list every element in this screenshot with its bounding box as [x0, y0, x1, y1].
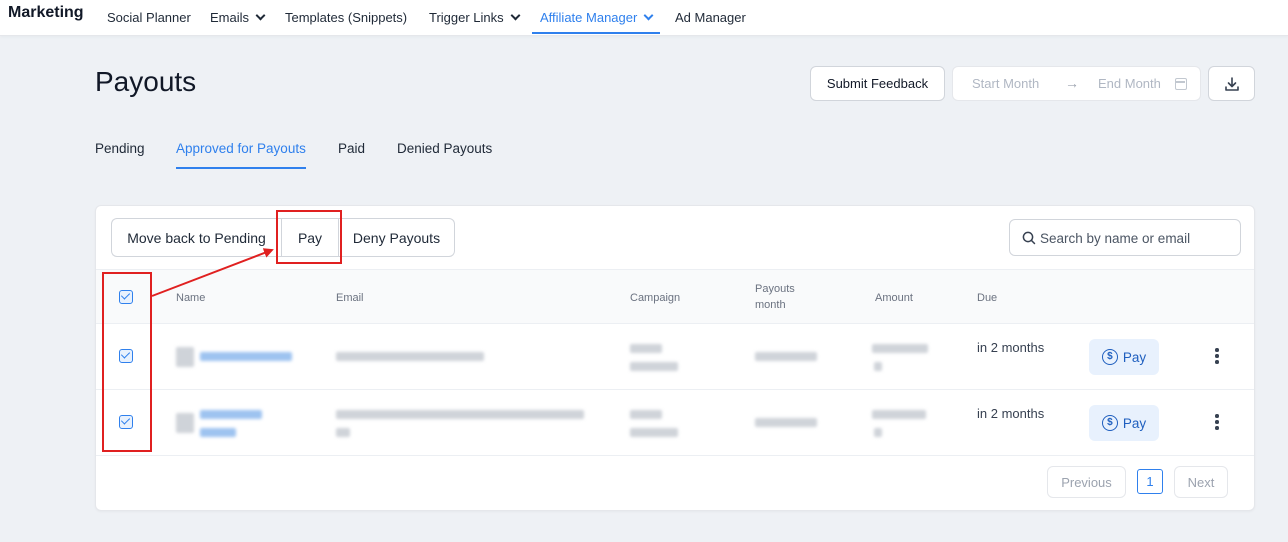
row-pay-button[interactable]: $ Pay — [1089, 339, 1159, 375]
nav-ad-manager[interactable]: Ad Manager — [675, 7, 746, 27]
redacted-campaign — [630, 410, 662, 419]
brand-title: Marketing — [8, 4, 84, 21]
search-input[interactable] — [1040, 228, 1235, 248]
nav-active-indicator — [532, 32, 660, 34]
search-box — [1009, 219, 1241, 256]
redacted-amount — [872, 410, 926, 419]
page-title: Payouts — [95, 66, 197, 97]
redacted-amount — [872, 344, 928, 353]
tab-active-indicator — [176, 167, 306, 169]
nav-label: Trigger Links — [429, 9, 504, 25]
previous-page-button[interactable]: Previous — [1047, 466, 1126, 498]
table-row: in 2 months $ Pay — [96, 324, 1254, 390]
deny-payouts-button[interactable]: Deny Payouts — [339, 218, 455, 257]
chevron-down-icon — [643, 10, 654, 20]
dollar-circle-icon: $ — [1101, 415, 1118, 431]
top-nav: Marketing Social Planner Emails Template… — [0, 0, 1288, 36]
nav-affiliate-manager[interactable]: Affiliate Manager — [540, 7, 654, 27]
nav-emails[interactable]: Emails — [210, 7, 266, 27]
redacted-name — [200, 352, 292, 361]
redacted-avatar — [176, 347, 194, 367]
row-pay-label: Pay — [1122, 415, 1147, 431]
end-month-placeholder[interactable]: End Month — [1098, 76, 1161, 91]
start-month-placeholder[interactable]: Start Month — [972, 76, 1039, 91]
search-icon — [1022, 231, 1036, 245]
tab-pending[interactable]: Pending — [95, 141, 145, 156]
nav-label: Social Planner — [107, 9, 191, 25]
redacted-avatar — [176, 413, 194, 433]
submit-feedback-button[interactable]: Submit Feedback — [810, 66, 945, 101]
chevron-down-icon — [510, 10, 521, 20]
download-button[interactable] — [1208, 66, 1255, 101]
next-page-button[interactable]: Next — [1174, 466, 1228, 498]
month-range-picker[interactable]: Start Month → End Month — [952, 66, 1201, 101]
page-number-button[interactable]: 1 — [1137, 469, 1163, 494]
redacted-email — [336, 352, 484, 361]
nav-label: Emails — [210, 9, 250, 25]
redacted-amount — [874, 428, 882, 437]
more-options-icon[interactable] — [1213, 348, 1221, 366]
row-pay-label: Pay — [1122, 349, 1147, 365]
due-date: in 2 months — [977, 340, 1045, 355]
tab-paid[interactable]: Paid — [338, 141, 365, 156]
column-header-campaign: Campaign — [630, 292, 681, 304]
column-header-name: Name — [176, 292, 206, 304]
due-date: in 2 months — [977, 406, 1045, 421]
redacted-name — [200, 428, 236, 437]
redacted-payouts-month — [755, 418, 817, 427]
more-options-icon[interactable] — [1213, 414, 1221, 432]
redacted-campaign — [630, 344, 662, 353]
calendar-icon — [1175, 78, 1187, 90]
chevron-down-icon — [255, 10, 266, 20]
nav-social-planner[interactable]: Social Planner — [107, 7, 191, 27]
redacted-campaign — [630, 362, 678, 371]
arrow-right-icon: → — [1065, 75, 1079, 91]
column-header-amount: Amount — [875, 292, 913, 304]
redacted-email — [336, 410, 584, 419]
nav-label: Affiliate Manager — [540, 9, 638, 25]
nav-label: Templates (Snippets) — [285, 9, 408, 25]
column-header-payouts-month: Payouts month — [755, 283, 795, 311]
download-icon — [1225, 77, 1239, 91]
redacted-email — [336, 428, 350, 437]
redacted-payouts-month — [755, 352, 817, 361]
redacted-name — [200, 410, 262, 419]
table-header: Name Email Campaign Payouts month Amount… — [96, 269, 1254, 324]
column-header-email: Email — [336, 292, 364, 304]
tab-approved-for-payouts[interactable]: Approved for Payouts — [176, 141, 306, 156]
payouts-card: Move back to Pending Pay Deny Payouts Na… — [95, 205, 1255, 511]
nav-templates[interactable]: Templates (Snippets) — [285, 7, 407, 27]
row-pay-button[interactable]: $ Pay — [1089, 405, 1159, 441]
nav-trigger-links[interactable]: Trigger Links — [429, 7, 521, 27]
redacted-campaign — [630, 428, 678, 437]
tab-denied-payouts[interactable]: Denied Payouts — [397, 141, 492, 156]
column-header-due: Due — [977, 292, 998, 304]
dollar-circle-icon: $ — [1101, 349, 1118, 365]
nav-label: Ad Manager — [675, 9, 746, 25]
annotation-highlight-pay — [276, 210, 342, 264]
move-back-to-pending-button[interactable]: Move back to Pending — [111, 218, 281, 257]
table-row: in 2 months $ Pay — [96, 390, 1254, 456]
annotation-highlight-checkboxes — [102, 272, 152, 452]
redacted-amount — [874, 362, 882, 371]
